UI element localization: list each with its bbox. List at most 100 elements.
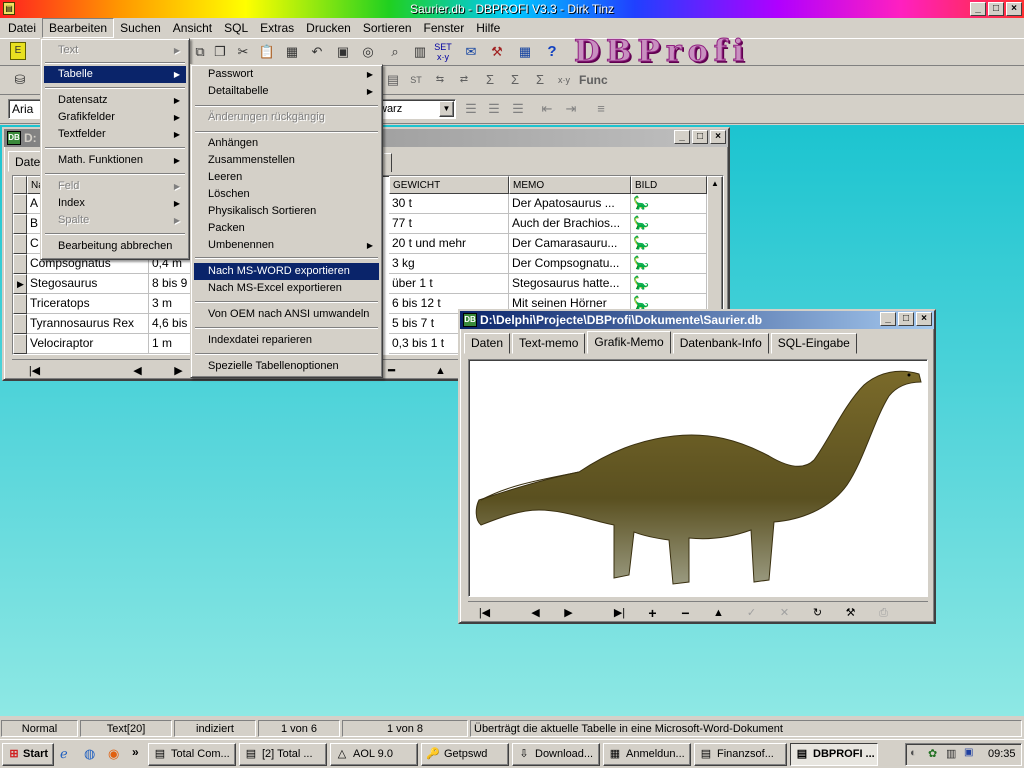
tab-datenbank-info[interactable]: Datenbank-Info xyxy=(672,333,769,354)
nav-prior-icon[interactable]: ◀ xyxy=(519,604,552,622)
nav-first-icon[interactable]: |◀ xyxy=(18,362,51,380)
nav-next-icon[interactable]: ▶ xyxy=(552,604,585,622)
cut-icon[interactable]: ✂ xyxy=(233,42,253,62)
table-minimize-button[interactable]: _ xyxy=(674,130,690,144)
nav-print-icon[interactable]: ⎙ xyxy=(867,604,900,622)
func-label[interactable]: Func xyxy=(579,73,608,87)
tab-sql-eingabe[interactable]: SQL-Eingabe xyxy=(770,333,857,354)
table-menu-item[interactable]: Umbenennen ▶ xyxy=(194,237,379,254)
edit-menu-item[interactable]: Math. Funktionen ▶ xyxy=(44,152,186,169)
edit-menu-item[interactable]: Datensatz ▶ xyxy=(44,92,186,109)
page-icon[interactable]: ▣ xyxy=(333,42,353,62)
edit-menu-item[interactable]: Feld ▶ xyxy=(44,178,186,195)
taskbar-button[interactable]: ▤ [2] Total ... xyxy=(239,743,327,766)
close-button[interactable]: × xyxy=(1006,2,1022,16)
menu-sql[interactable]: SQL xyxy=(218,19,254,37)
tab-daten[interactable]: Daten xyxy=(464,333,511,354)
edit-menu-item[interactable]: Index ▶ xyxy=(44,195,186,212)
menu-extras[interactable]: Extras xyxy=(254,19,300,37)
grid-icon[interactable]: ▤ xyxy=(383,70,403,90)
table-menu-item[interactable]: Anhängen xyxy=(194,135,379,152)
tools-icon[interactable]: ⚒ xyxy=(487,42,507,62)
sum3-icon[interactable]: Σ xyxy=(530,70,550,90)
table-close-button[interactable]: × xyxy=(710,130,726,144)
taskbar-button[interactable]: ▤ Total Com... xyxy=(148,743,236,766)
cell-name[interactable]: Velociraptor xyxy=(27,334,149,354)
cell-memo[interactable]: Auch der Brachios... xyxy=(509,214,631,234)
edit-menu-item[interactable]: Tabelle ▶ xyxy=(44,66,186,83)
nav-cancel-icon[interactable]: ✕ xyxy=(768,604,801,622)
image-maximize-button[interactable]: □ xyxy=(898,312,914,326)
set-xy-icon[interactable]: SET x·y xyxy=(433,42,453,62)
cell-memo[interactable]: Stegosaurus hatte... xyxy=(509,274,631,294)
taskbar-button[interactable]: ▤ DBPROFI ... xyxy=(790,743,878,766)
cell-bild[interactable]: 🦕 xyxy=(631,254,707,274)
menu-datei[interactable]: Datei xyxy=(2,19,42,37)
align-left-icon[interactable]: ☰ xyxy=(461,99,481,119)
restore-button[interactable]: □ xyxy=(988,2,1004,16)
tray-icon-2[interactable]: ✿ xyxy=(928,747,937,760)
edit-menu-item[interactable]: Bearbeitung abbrechen xyxy=(44,238,186,255)
grafik-memo-image[interactable] xyxy=(468,359,928,597)
firefox-icon[interactable]: ◉ xyxy=(108,746,119,762)
nav-prior-icon[interactable]: ◀ xyxy=(121,362,154,380)
xy-icon[interactable]: x·y xyxy=(554,70,574,90)
row-indicator[interactable] xyxy=(13,254,27,274)
table-menu-item[interactable]: Passwort ▶ xyxy=(194,66,379,83)
cell-memo[interactable]: Der Compsognatu... xyxy=(509,254,631,274)
start-button[interactable]: ⊞ Start xyxy=(2,743,54,766)
clock[interactable]: 09:35 xyxy=(988,748,1016,760)
chevron-down-icon[interactable]: ▼ xyxy=(439,101,454,117)
nav-insert-icon[interactable]: + xyxy=(636,604,669,622)
cell-bild[interactable]: 🦕 xyxy=(631,234,707,254)
sum-icon[interactable]: Σ xyxy=(480,70,500,90)
menu-fenster[interactable]: Fenster xyxy=(418,19,471,37)
edit-menu-item[interactable]: Grafikfelder ▶ xyxy=(44,109,186,126)
nav-refresh-icon[interactable]: ↻ xyxy=(801,604,834,622)
table-menu-item[interactable]: Änderungen rückgängig xyxy=(194,109,379,126)
table-menu-item[interactable]: Löschen xyxy=(194,186,379,203)
header-bild[interactable]: BILD xyxy=(631,176,707,194)
sort-sql2-icon[interactable]: ⇄ xyxy=(454,70,474,90)
table-menu-item[interactable]: Spezielle Tabellenoptionen xyxy=(194,358,379,375)
nav-last-icon[interactable]: ▶| xyxy=(603,604,636,622)
cell-weight[interactable]: 20 t und mehr xyxy=(389,234,509,254)
scroll-up-icon[interactable]: ▲ xyxy=(708,177,722,191)
chevron-right-icon[interactable]: » xyxy=(132,745,139,759)
edit-menu-item[interactable]: Text ▶ xyxy=(44,42,186,59)
help-icon[interactable]: ? xyxy=(542,42,562,62)
align-center-icon[interactable]: ☰ xyxy=(484,99,504,119)
table-menu-item[interactable]: Leeren xyxy=(194,169,379,186)
database-icon[interactable]: ⛁ xyxy=(10,70,30,90)
taskbar-button[interactable]: 🔑 Getpswd xyxy=(421,743,509,766)
table-menu-item[interactable]: Nach MS-Excel exportieren xyxy=(194,280,379,297)
header-memo[interactable]: MEMO xyxy=(509,176,631,194)
table-menu-item[interactable]: Packen xyxy=(194,220,379,237)
refresh-icon[interactable]: ◎ xyxy=(358,42,378,62)
list-icon[interactable]: ≡ xyxy=(591,99,611,119)
nav-edit-icon[interactable]: ▲ xyxy=(424,362,457,380)
taskbar-button[interactable]: ▤ Finanzsof... xyxy=(694,743,787,766)
cell-memo[interactable]: Der Apatosaurus ... xyxy=(509,194,631,214)
nav-edit-icon[interactable]: ▲ xyxy=(702,604,735,622)
table-menu-item[interactable]: Physikalisch Sortieren xyxy=(194,203,379,220)
mail-icon[interactable]: ✉ xyxy=(461,42,481,62)
copy2-icon[interactable]: ❐ xyxy=(210,42,230,62)
replace-icon[interactable]: ▥ xyxy=(410,42,430,62)
outdent-icon[interactable]: ⇤ xyxy=(537,99,557,119)
taskbar-button[interactable]: ▦ Anmeldun... xyxy=(603,743,691,766)
globe-icon[interactable]: ◍ xyxy=(84,746,95,762)
cell-name[interactable]: Stegosaurus xyxy=(27,274,149,294)
table-menu-item[interactable]: Detailtabelle ▶ xyxy=(194,83,379,100)
cell-bild[interactable]: 🦕 xyxy=(631,194,707,214)
sum2-icon[interactable]: Σ xyxy=(505,70,525,90)
menu-hilfe[interactable]: Hilfe xyxy=(470,19,506,37)
image-close-button[interactable]: × xyxy=(916,312,932,326)
image-minimize-button[interactable]: _ xyxy=(880,312,896,326)
image-window-titlebar[interactable]: DB D:\Delphi\Projecte\DBProfi\Dokumente\… xyxy=(460,311,934,329)
row-indicator[interactable] xyxy=(13,214,27,234)
edit-menu-item[interactable]: Spalte ▶ xyxy=(44,212,186,229)
tray-icon-1[interactable]: ◐ xyxy=(910,747,917,759)
row-indicator[interactable] xyxy=(13,194,27,214)
taskbar-button[interactable]: ⇩ Download... xyxy=(512,743,600,766)
